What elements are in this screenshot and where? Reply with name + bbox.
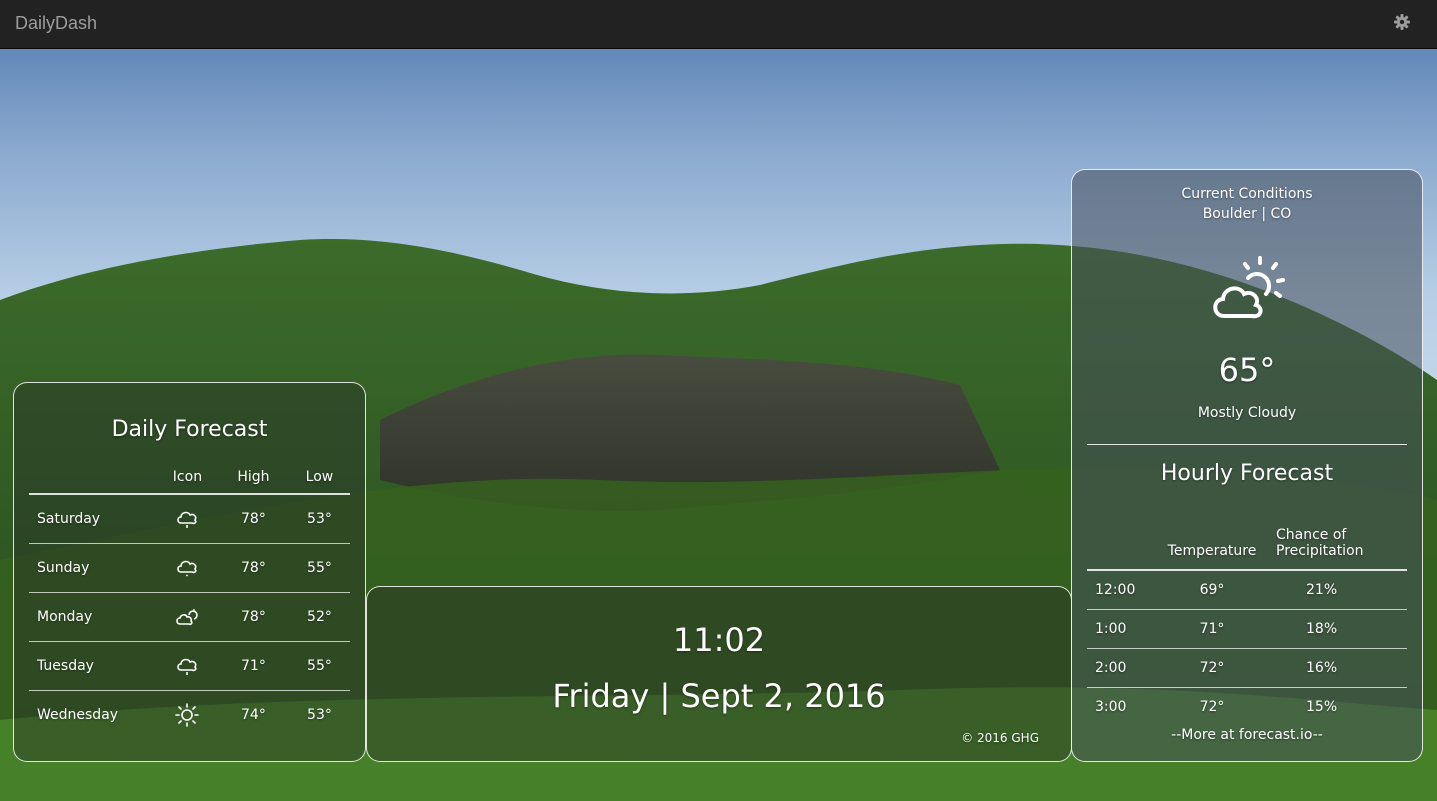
- sun-icon: [175, 703, 200, 727]
- table-header-row: Temperature Chance of Precipitation: [1087, 506, 1407, 571]
- cloud-drizzle-icon: [177, 511, 197, 528]
- hour-precip: 15%: [1306, 699, 1338, 715]
- top-navbar: DailyDash: [0, 0, 1437, 49]
- table-row: Sunday 78° 55°: [29, 543, 350, 593]
- header-hour: [1087, 506, 1156, 571]
- current-conditions-title: Current Conditions: [1181, 186, 1313, 202]
- table-row: Monday 78° 52°: [29, 592, 350, 642]
- location-label: Boulder | CO: [1202, 206, 1292, 222]
- current-temperature: 65°: [1218, 351, 1276, 389]
- header-day: [29, 461, 157, 495]
- day-name: Tuesday: [29, 641, 157, 691]
- current-conditions-panel: Current Conditions Boulder | CO 65° Most…: [1071, 169, 1423, 762]
- app-brand[interactable]: DailyDash: [15, 13, 97, 34]
- hour: 12:00: [1087, 570, 1156, 610]
- hour-precip: 21%: [1268, 570, 1407, 610]
- hour: 2:00: [1087, 648, 1156, 688]
- clock-panel: 11:02 Friday | Sept 2, 2016 © 2016 GHG: [366, 586, 1072, 762]
- cloud-drizzle-icon: [177, 658, 197, 675]
- table-row: Saturday 78° 53°: [29, 494, 350, 544]
- high-temp: 78°: [217, 494, 289, 544]
- hour-temp: 72°: [1156, 648, 1268, 688]
- low-temp: 53°: [288, 494, 350, 544]
- hour-precip: 16%: [1268, 648, 1407, 688]
- high-temp: 78°: [217, 592, 289, 642]
- current-date: Friday | Sept 2, 2016: [552, 677, 886, 715]
- hour-precip: 18%: [1268, 609, 1407, 649]
- low-temp: 55°: [288, 641, 350, 691]
- table-row: 1:00 71° 18%: [1087, 609, 1407, 649]
- hourly-forecast-title: Hourly Forecast: [1160, 461, 1334, 486]
- forecast-io-link[interactable]: --More at forecast.io--: [1072, 727, 1422, 743]
- table-header-row: Icon High Low: [29, 461, 350, 495]
- low-temp: 55°: [288, 543, 350, 593]
- header-precipitation: Chance of Precipitation: [1268, 506, 1407, 571]
- hourly-forecast-table: Temperature Chance of Precipitation 12:0…: [1087, 506, 1407, 726]
- daily-forecast-table: Icon High Low Saturday 78° 53° Sunday 78…: [29, 461, 350, 739]
- header-icon: Icon: [156, 461, 218, 495]
- daily-forecast-panel: Daily Forecast Icon High Low Saturday 78…: [13, 382, 366, 762]
- header-high: High: [217, 461, 289, 495]
- daily-forecast-title: Daily Forecast: [111, 417, 268, 442]
- partly-cloudy-icon: [176, 609, 199, 626]
- day-name: Wednesday: [37, 707, 119, 723]
- day-name: Sunday: [29, 543, 157, 593]
- hour-temp: 71°: [1156, 609, 1268, 649]
- gear-icon[interactable]: [1392, 12, 1412, 32]
- high-temp: 78°: [217, 543, 289, 593]
- high-temp: 71°: [217, 641, 289, 691]
- partly-cloudy-icon: [1213, 256, 1285, 319]
- low-temp: 53°: [307, 707, 332, 723]
- hour-temp: 69°: [1156, 570, 1268, 610]
- day-name: Monday: [29, 592, 157, 642]
- copyright-text: © 2016 GHG: [961, 731, 1039, 745]
- divider: [1087, 444, 1407, 445]
- table-row: 2:00 72° 16%: [1087, 648, 1407, 688]
- table-row: Tuesday 71° 55°: [29, 641, 350, 691]
- day-name: Saturday: [29, 494, 157, 544]
- table-row: 12:00 69° 21%: [1087, 570, 1407, 610]
- hour-temp: 72°: [1199, 699, 1225, 715]
- low-temp: 52°: [288, 592, 350, 642]
- high-temp: 74°: [241, 707, 266, 723]
- hour: 3:00: [1095, 699, 1127, 715]
- header-temperature: Temperature: [1156, 506, 1268, 571]
- current-time: 11:02: [672, 621, 766, 659]
- table-row: Wednesday 74° 53°: [29, 691, 350, 740]
- hour: 1:00: [1087, 609, 1156, 649]
- weather-summary: Mostly Cloudy: [1197, 405, 1297, 421]
- header-low: Low: [288, 461, 350, 495]
- table-row: 3:00 72° 15%: [1087, 688, 1407, 727]
- cloud-icon: [177, 560, 197, 577]
